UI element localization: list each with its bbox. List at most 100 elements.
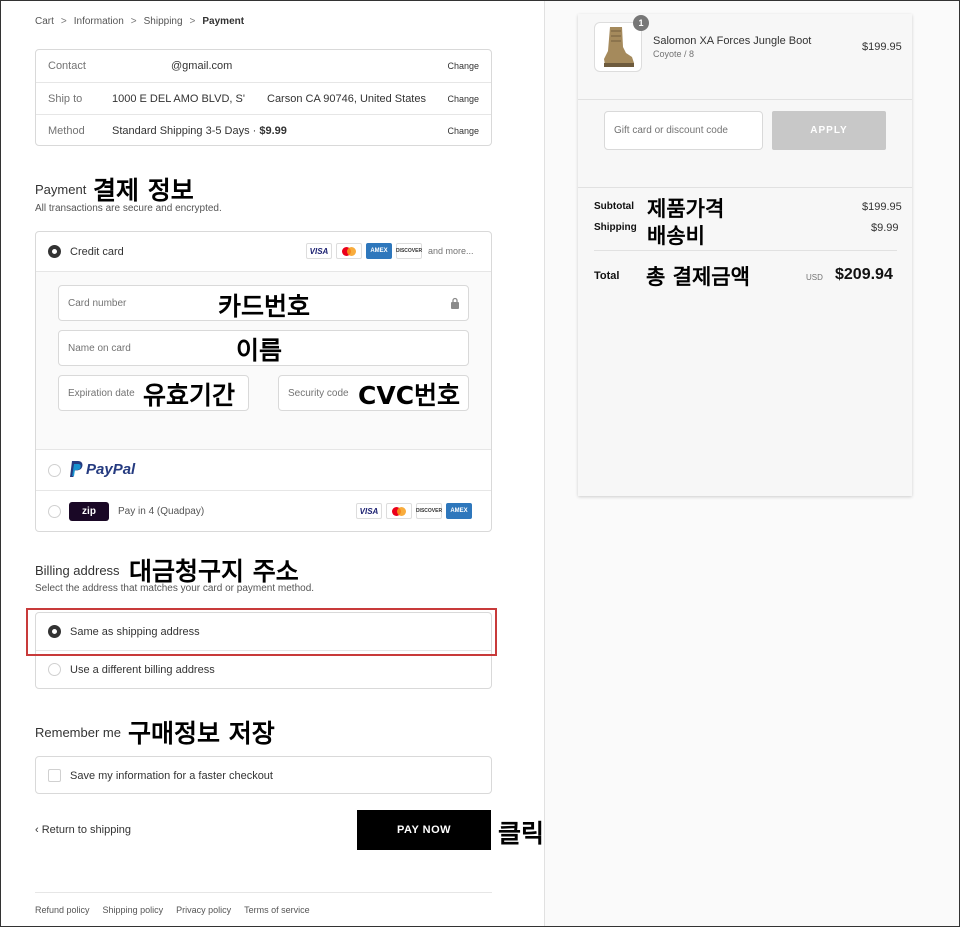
- product-price: $199.95: [862, 41, 902, 53]
- amex-icon: AMEX: [446, 503, 472, 519]
- visa-icon: VISA: [356, 503, 382, 519]
- remember-heading: Remember me: [35, 725, 121, 740]
- divider: [578, 99, 912, 100]
- amex-icon: AMEX: [366, 243, 392, 259]
- method-name: Standard Shipping 3-5 Days ·: [112, 124, 260, 137]
- total-label: Total: [594, 270, 620, 282]
- lock-icon: [450, 297, 460, 309]
- discount-placeholder: Gift card or discount code: [614, 125, 728, 136]
- boot-icon: [604, 27, 634, 67]
- credit-card-option[interactable]: Credit card VISA AMEX DISCOVER and more.…: [36, 232, 491, 271]
- expiration-note-ko: 유효기간: [143, 381, 236, 410]
- paypal-option[interactable]: PayPal: [36, 450, 491, 491]
- zip-brand-icons: VISA DISCOVER AMEX: [352, 503, 472, 519]
- security-code-placeholder: Security code: [288, 387, 349, 399]
- chevron-right-icon: >: [60, 16, 67, 27]
- remember-note-ko: 구매정보 저장: [128, 719, 275, 748]
- payment-heading: Payment: [35, 182, 87, 197]
- highlight-box: [26, 608, 497, 656]
- method-value: Standard Shipping 3-5 Days · $9.99: [112, 125, 287, 137]
- change-method-link[interactable]: Change: [447, 126, 479, 136]
- divider: [578, 187, 912, 188]
- name-on-card-placeholder: Name on card: [68, 342, 131, 354]
- breadcrumb: Cart > Information > Shipping > Payment: [35, 16, 244, 27]
- chevron-left-icon: ‹: [35, 824, 39, 836]
- product-thumbnail: [594, 22, 642, 72]
- security-note-ko: CVC번호: [358, 381, 461, 410]
- payment-note-ko: 결제 정보: [93, 176, 194, 205]
- paypal-radio[interactable]: [48, 464, 61, 477]
- subtotal-note-ko: 제품가격: [647, 197, 725, 221]
- card-brand-icons: VISA AMEX DISCOVER and more...: [302, 243, 474, 259]
- contact-value: @gmail.com: [171, 60, 233, 72]
- shipping-note-ko: 배송비: [647, 224, 705, 248]
- different-address-option[interactable]: Use a different billing address: [36, 651, 491, 689]
- product-name: Salomon XA Forces Jungle Boot: [653, 35, 812, 47]
- terms-of-service-link[interactable]: Terms of service: [244, 905, 310, 915]
- return-label: Return to shipping: [41, 824, 132, 836]
- discount-code-input[interactable]: Gift card or discount code: [604, 111, 763, 150]
- name-note-ko: 이름: [236, 336, 283, 365]
- billing-heading: Billing address: [35, 563, 120, 578]
- total-note-ko: 총 결제금액: [646, 265, 750, 289]
- ship-to-row: Ship to 1000 E DEL AMO BLVD, S' Carson C…: [36, 82, 491, 114]
- change-contact-link[interactable]: Change: [447, 61, 479, 71]
- change-ship-to-link[interactable]: Change: [447, 94, 479, 104]
- discover-icon: DISCOVER: [396, 243, 422, 259]
- method-label: Method: [48, 124, 85, 137]
- credit-card-radio[interactable]: [48, 245, 61, 258]
- privacy-policy-link[interactable]: Privacy policy: [176, 905, 231, 915]
- zip-label: Pay in 4 (Quadpay): [118, 506, 205, 517]
- review-info-box: Contact @gmail.com Change Ship to 1000 E…: [35, 49, 492, 146]
- subtotal-value: $199.95: [862, 201, 902, 213]
- billing-subtitle: Select the address that matches your car…: [35, 583, 315, 594]
- payment-subtitle: All transactions are secure and encrypte…: [35, 203, 222, 214]
- zip-radio[interactable]: [48, 505, 61, 518]
- ship-to-city: Carson CA 90746, United States: [267, 92, 426, 105]
- apply-button[interactable]: APPLY: [772, 111, 886, 150]
- save-info-checkbox[interactable]: [48, 769, 61, 782]
- different-address-label: Use a different billing address: [70, 664, 215, 676]
- breadcrumb-information[interactable]: Information: [74, 16, 124, 27]
- and-more-text: and more...: [428, 246, 474, 256]
- quantity-badge: 1: [633, 15, 649, 31]
- breadcrumb-cart[interactable]: Cart: [35, 16, 54, 27]
- ship-to-street: 1000 E DEL AMO BLVD, S': [112, 92, 245, 105]
- divider: [594, 250, 897, 251]
- breadcrumb-shipping[interactable]: Shipping: [144, 16, 183, 27]
- total-value: $209.94: [835, 266, 893, 283]
- mastercard-icon: [336, 243, 362, 259]
- save-info-option[interactable]: Save my information for a faster checkou…: [36, 757, 491, 795]
- zip-logo: zip: [69, 502, 109, 521]
- ship-to-label: Ship to: [48, 92, 83, 105]
- breadcrumb-payment: Payment: [202, 16, 245, 27]
- method-price: $9.99: [259, 124, 287, 137]
- chevron-right-icon: >: [130, 16, 137, 27]
- discover-icon: DISCOVER: [416, 503, 442, 519]
- card-number-placeholder: Card number: [68, 297, 127, 309]
- product-variant: Coyote / 8: [653, 49, 695, 59]
- save-info-label: Save my information for a faster checkou…: [70, 770, 273, 782]
- shipping-value: $9.99: [871, 222, 899, 234]
- mastercard-icon: [386, 503, 412, 519]
- paypal-logo: PayPal: [69, 461, 135, 478]
- subtotal-label: Subtotal: [594, 201, 634, 212]
- contact-label: Contact: [48, 60, 86, 72]
- chevron-right-icon: >: [189, 16, 196, 27]
- return-to-shipping-link[interactable]: ‹ Return to shipping: [35, 824, 131, 836]
- refund-policy-link[interactable]: Refund policy: [35, 905, 90, 915]
- paypal-label: PayPal: [86, 461, 136, 478]
- zip-option[interactable]: zip Pay in 4 (Quadpay) VISA DISCOVER AME…: [36, 491, 491, 531]
- different-address-radio[interactable]: [48, 663, 61, 676]
- card-number-note-ko: 카드번호: [218, 292, 311, 321]
- currency-label: USD: [806, 273, 823, 282]
- footer-links: Refund policy Shipping policy Privacy po…: [35, 892, 492, 915]
- credit-card-label: Credit card: [70, 245, 124, 258]
- remember-box: Save my information for a faster checkou…: [35, 756, 492, 794]
- expiration-placeholder: Expiration date: [68, 387, 135, 399]
- pay-note-ko: 클릭: [498, 819, 545, 848]
- order-summary-card: [578, 14, 912, 496]
- pay-now-button[interactable]: PAY NOW: [357, 810, 491, 850]
- visa-icon: VISA: [306, 243, 332, 259]
- shipping-policy-link[interactable]: Shipping policy: [103, 905, 164, 915]
